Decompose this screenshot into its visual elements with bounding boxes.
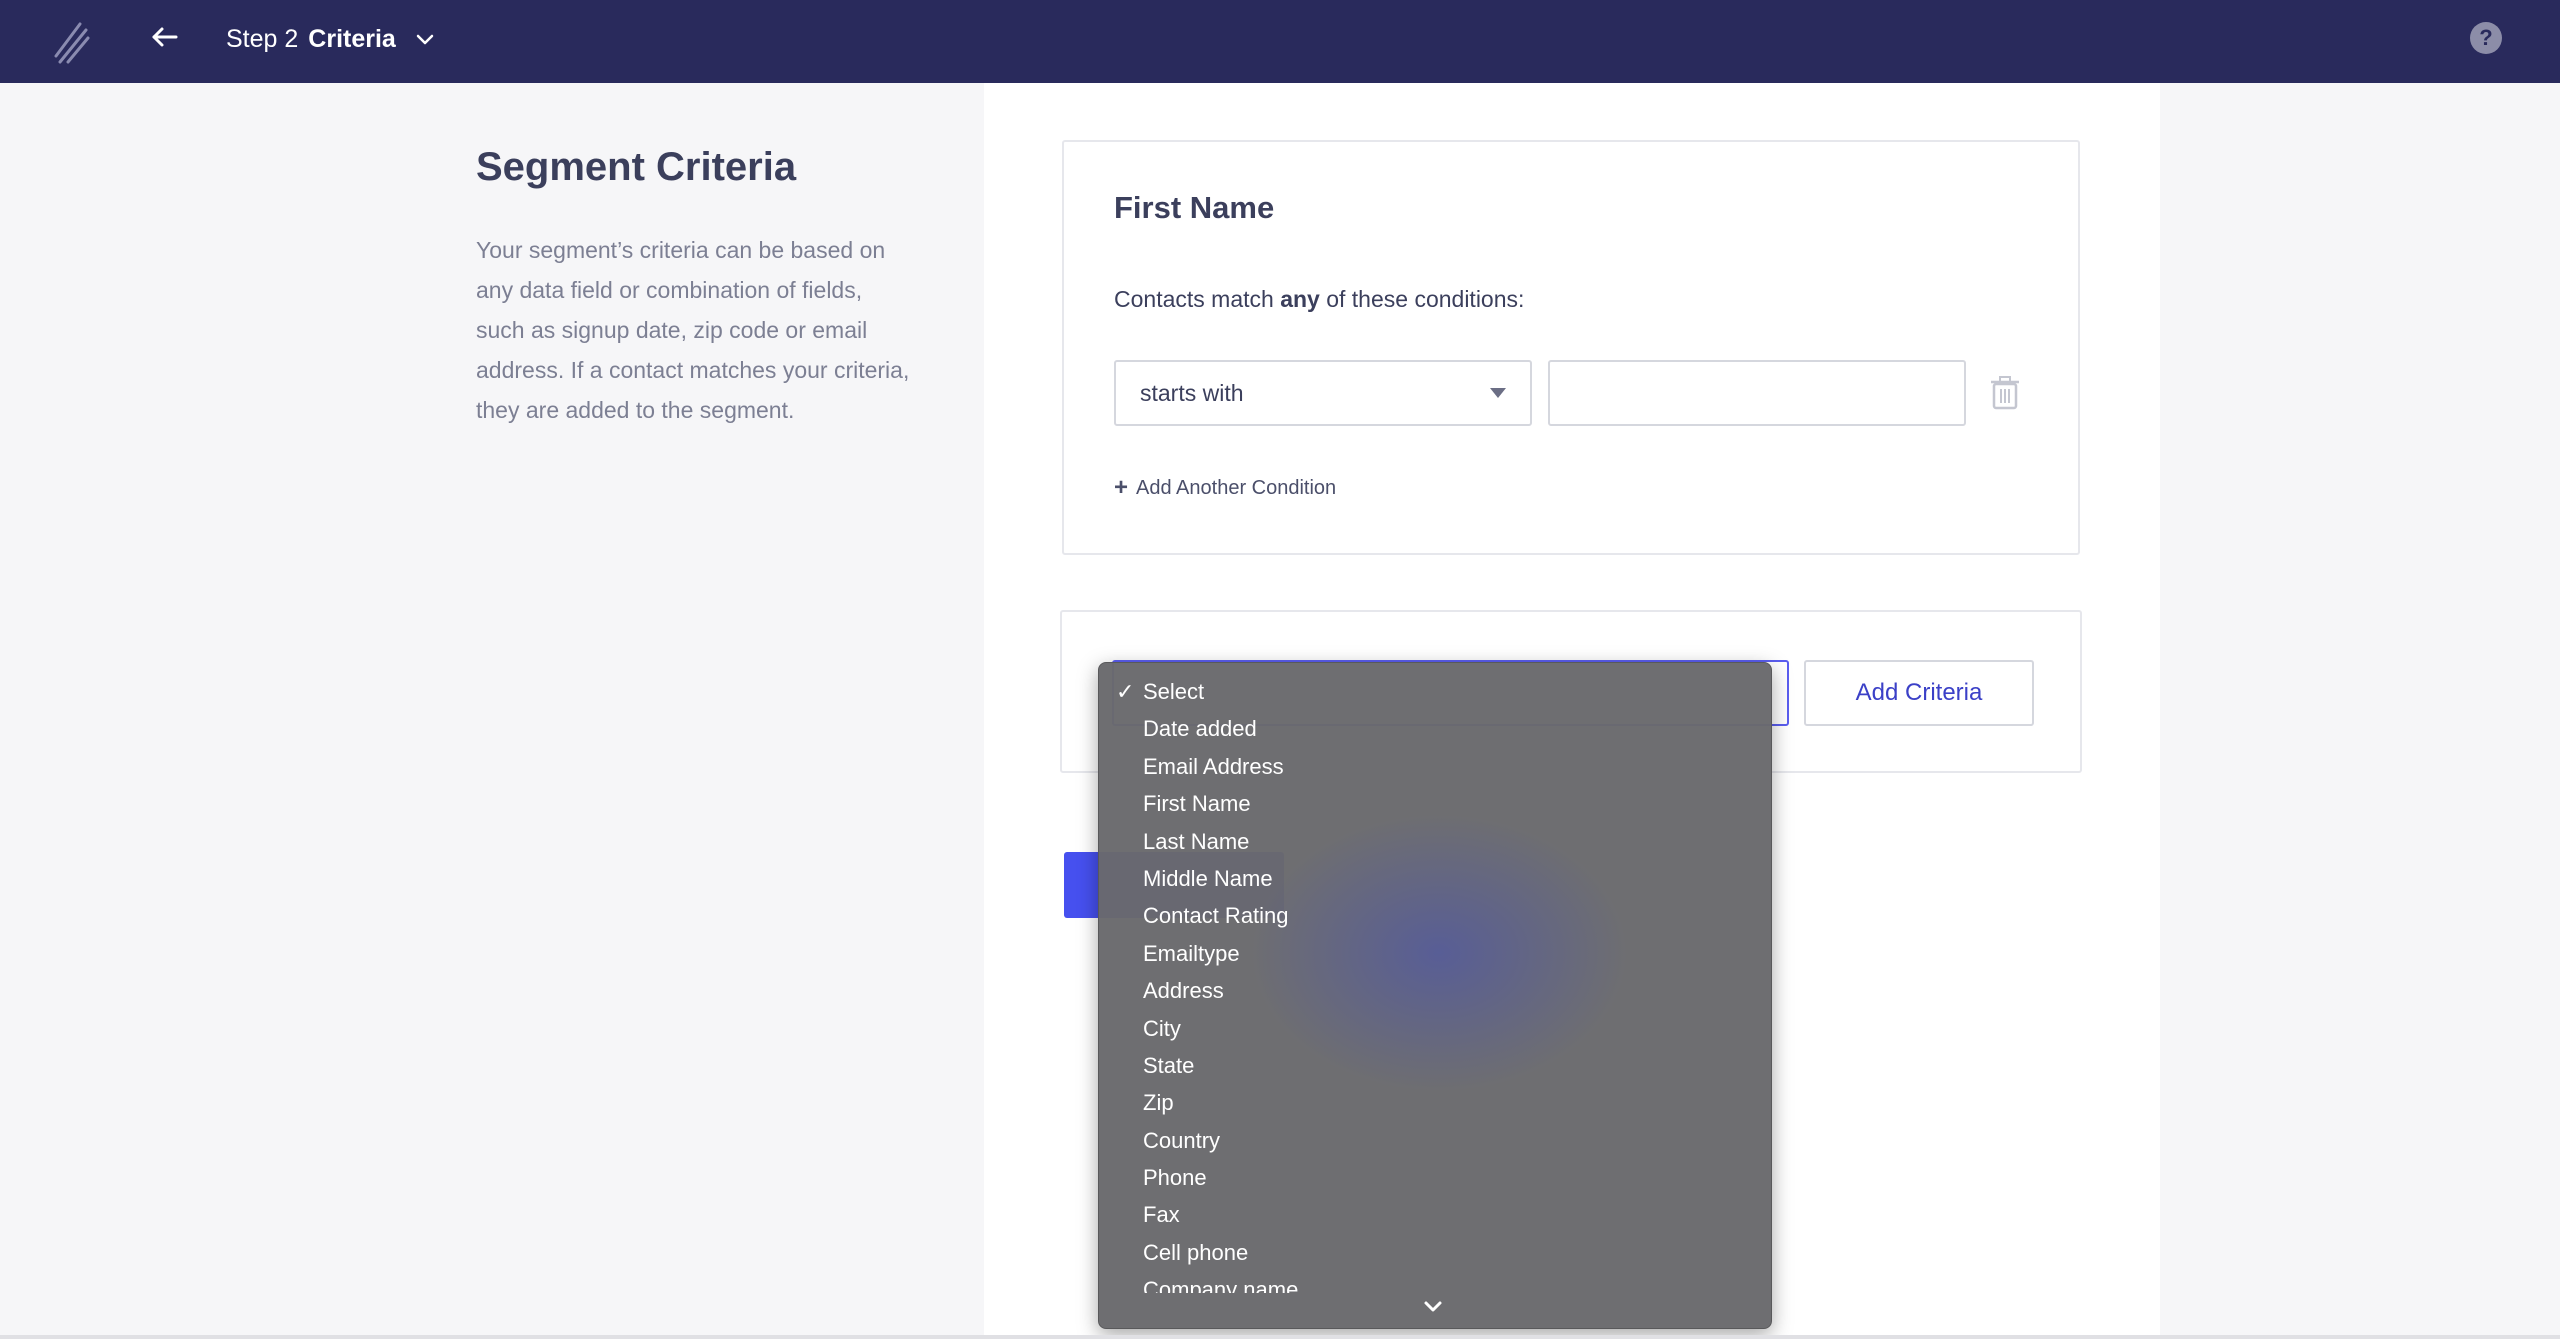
chevron-down-icon xyxy=(416,34,434,45)
dropdown-option[interactable]: Contact Rating xyxy=(1099,897,1771,934)
dropdown-option-label: State xyxy=(1143,1052,1195,1078)
dropdown-option[interactable]: First Name xyxy=(1099,785,1771,822)
match-text: Contacts match any of these conditions: xyxy=(1114,286,1524,313)
operator-select[interactable]: starts with xyxy=(1114,360,1532,426)
dropdown-option[interactable]: Emailtype xyxy=(1099,935,1771,972)
checkmark-icon: ✓ xyxy=(1116,679,1135,704)
dropdown-option-label: First Name xyxy=(1143,791,1251,817)
criteria-dropdown-menu[interactable]: ✓ Select Date added Email Address First Name… xyxy=(1098,662,1772,1329)
dropdown-option[interactable]: City xyxy=(1099,1010,1771,1047)
condition-value-input[interactable] xyxy=(1548,360,1966,426)
dropdown-option-label: Fax xyxy=(1143,1202,1180,1228)
dropdown-option-label: Middle Name xyxy=(1143,865,1273,891)
dropdown-option-label: Country xyxy=(1143,1127,1221,1153)
dropdown-option-label: Contact Rating xyxy=(1143,903,1289,929)
dropdown-option-label: Company name xyxy=(1143,1277,1299,1294)
match-prefix: Contacts match xyxy=(1114,286,1274,312)
dropdown-option-label: Address xyxy=(1143,978,1224,1004)
logo-icon[interactable] xyxy=(50,18,92,64)
step-prefix: Step 2 xyxy=(226,24,299,53)
dropdown-option[interactable]: Middle Name xyxy=(1099,860,1771,897)
add-condition-label: Add Another Condition xyxy=(1136,476,1337,499)
dropdown-option[interactable]: Last Name xyxy=(1099,823,1771,860)
back-arrow-icon[interactable] xyxy=(148,20,182,54)
dropdown-option[interactable]: Phone xyxy=(1099,1159,1771,1196)
plus-icon: + xyxy=(1114,474,1129,501)
add-criteria-button[interactable]: Add Criteria xyxy=(1804,660,2034,726)
dropdown-option[interactable]: Email Address xyxy=(1099,748,1771,785)
criteria-card: First Name Contacts match any of these c… xyxy=(1062,140,2080,555)
dropdown-option[interactable]: ✓ Select xyxy=(1099,673,1771,710)
help-icon[interactable]: ? xyxy=(2470,22,2502,54)
dropdown-option-label: Date added xyxy=(1143,716,1257,742)
dropdown-option-label: Last Name xyxy=(1143,828,1250,854)
criteria-title: First Name xyxy=(1114,190,1275,225)
dropdown-option-label: City xyxy=(1143,1015,1181,1041)
page-title: Segment Criteria xyxy=(476,145,797,189)
match-mode[interactable]: any xyxy=(1280,286,1320,312)
dropdown-option[interactable]: Fax xyxy=(1099,1196,1771,1233)
dropdown-option-label: Phone xyxy=(1143,1165,1207,1191)
step-selector[interactable]: Step 2 Criteria xyxy=(226,22,436,56)
chevron-down-icon[interactable] xyxy=(1421,1295,1445,1319)
page-description: Your segment’s criteria can be based on … xyxy=(476,237,910,423)
trash-icon[interactable] xyxy=(1990,376,2020,410)
match-suffix: of these conditions: xyxy=(1326,286,1525,312)
dropdown-option[interactable]: Company name xyxy=(1099,1271,1771,1293)
dropdown-option[interactable]: Cell phone xyxy=(1099,1234,1771,1271)
right-panel xyxy=(2160,83,2560,1339)
dropdown-options: ✓ Select Date added Email Address First Name… xyxy=(1099,673,1771,1293)
dropdown-option[interactable]: Address xyxy=(1099,972,1771,1009)
dropdown-option[interactable]: Date added xyxy=(1099,710,1771,747)
top-bar: Step 2 Criteria ? xyxy=(0,0,2560,83)
add-condition-link[interactable]: + Add Another Condition xyxy=(1114,474,1336,502)
dropdown-option-label: Emailtype xyxy=(1143,940,1240,966)
dropdown-option-label: Email Address xyxy=(1143,753,1284,779)
dropdown-option-label: Zip xyxy=(1143,1090,1174,1116)
caret-down-icon xyxy=(1490,388,1506,398)
dropdown-option[interactable]: Country xyxy=(1099,1122,1771,1159)
dropdown-option[interactable]: Zip xyxy=(1099,1084,1771,1121)
dropdown-option-label: Cell phone xyxy=(1143,1239,1249,1265)
dropdown-option-label: Select xyxy=(1143,679,1205,704)
step-name: Criteria xyxy=(308,24,396,53)
operator-value: starts with xyxy=(1140,380,1244,406)
dropdown-option[interactable]: State xyxy=(1099,1047,1771,1084)
